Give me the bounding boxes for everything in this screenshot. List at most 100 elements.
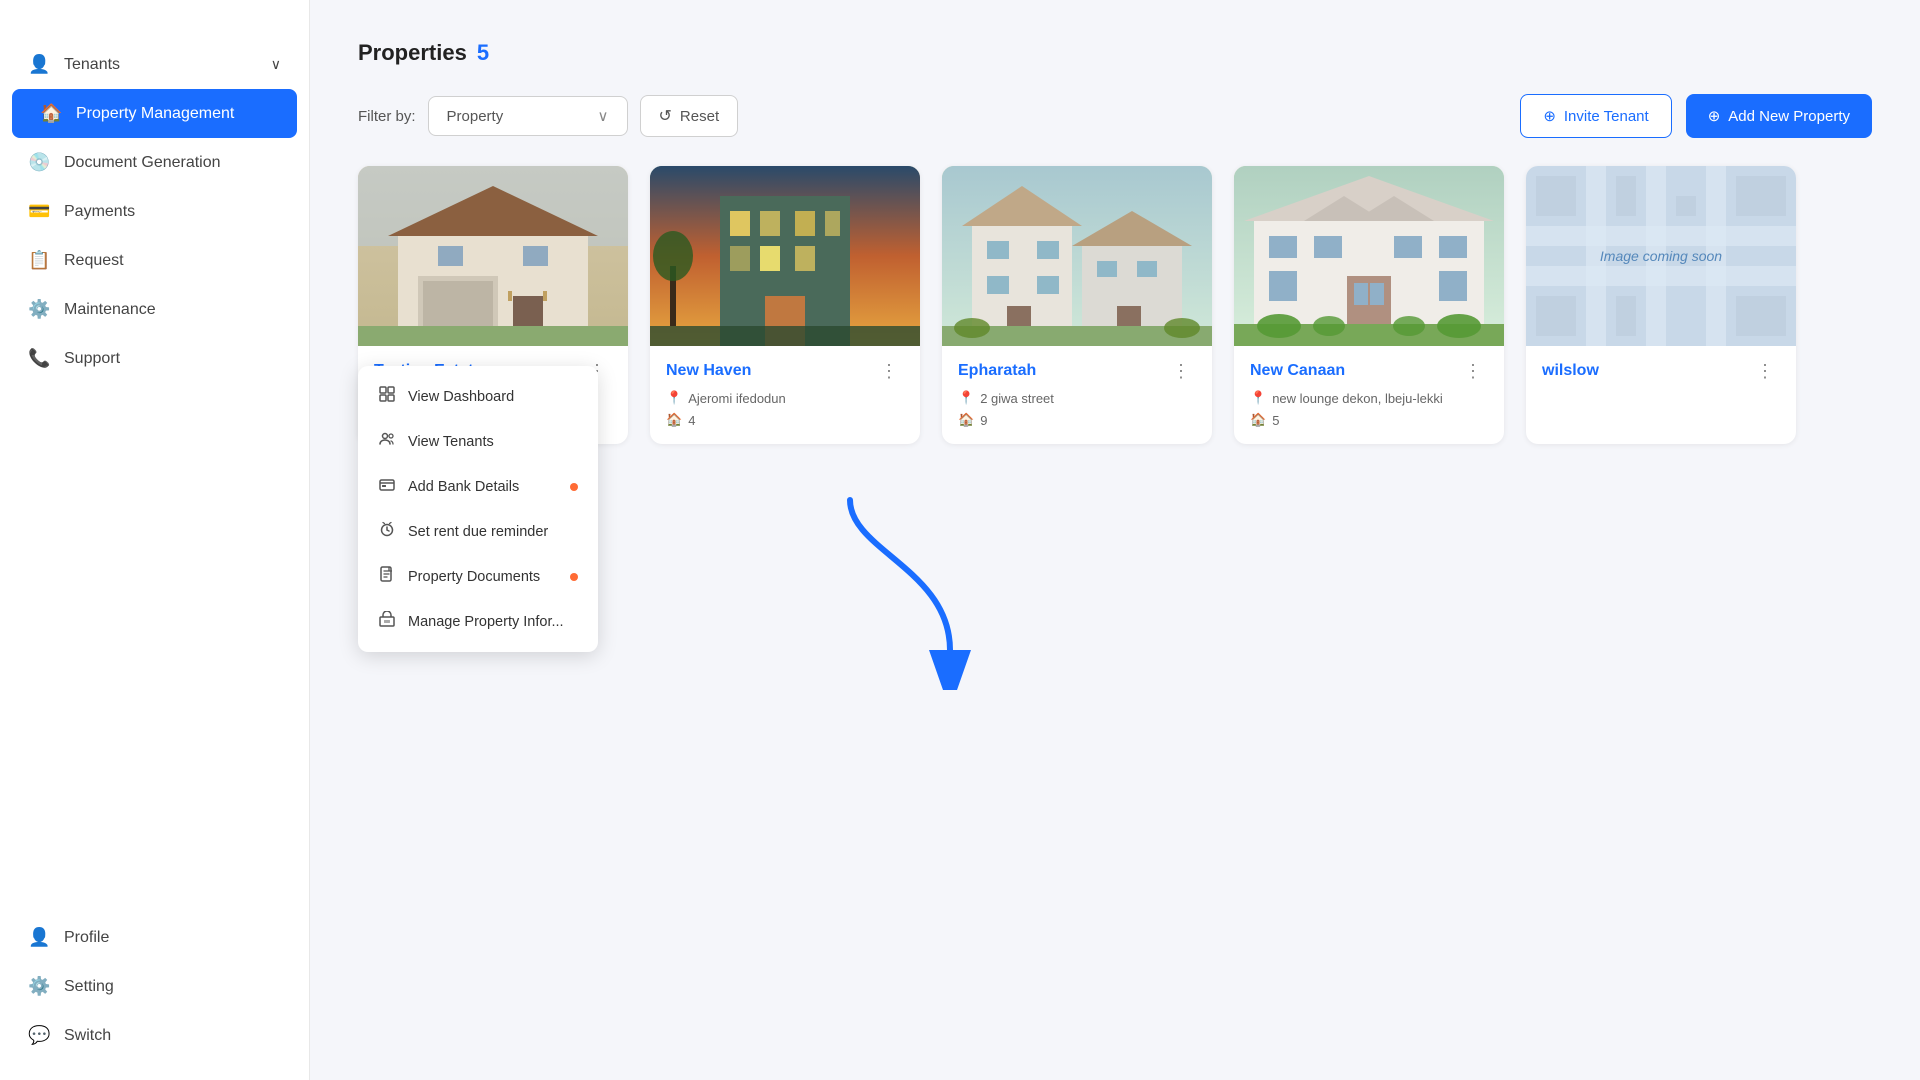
set-rent-reminder-label: Set rent due reminder	[408, 524, 548, 540]
location-text: new lounge dekon, lbeju-lekki	[1272, 391, 1443, 406]
sidebar-item-label: Setting	[64, 978, 114, 996]
sidebar-item-label: Request	[64, 252, 124, 270]
header-actions: ⊕ Invite Tenant ⊕ Add New Property	[1520, 94, 1872, 138]
location-text: 2 giwa street	[980, 391, 1054, 406]
dropdown-set-rent-reminder[interactable]: Set rent due reminder	[358, 509, 598, 554]
support-icon: 📞	[28, 348, 50, 369]
reset-button[interactable]: ↺ Reset	[640, 95, 739, 137]
card-title-wilslow[interactable]: wilslow	[1542, 362, 1599, 380]
dropdown-manage-property-info[interactable]: Manage Property Infor...	[358, 599, 598, 644]
page-header: Properties 5	[358, 40, 1872, 66]
sidebar-item-label: Support	[64, 350, 120, 368]
arrow-annotation	[800, 490, 1000, 695]
sidebar-item-profile[interactable]: 👤 Profile	[0, 913, 309, 962]
units-icon: 🏠	[666, 412, 682, 428]
location-text: Ajeromi ifedodun	[688, 391, 786, 406]
maintenance-icon: ⚙️	[28, 299, 50, 320]
card-menu-button-new-canaan[interactable]: ⋮	[1458, 360, 1488, 382]
invite-label: Invite Tenant	[1564, 108, 1649, 125]
card-body-wilslow: wilslow ⋮	[1526, 346, 1796, 406]
sidebar-item-label: Maintenance	[64, 301, 156, 319]
sidebar-item-setting[interactable]: ⚙️ Setting	[0, 962, 309, 1011]
property-image-new-canaan	[1234, 166, 1504, 346]
card-units-new-canaan: 🏠 5	[1250, 412, 1488, 428]
filter-dropdown[interactable]: Property ∨	[428, 96, 628, 136]
card-body-new-haven: New Haven ⋮ 📍 Ajeromi ifedodun 🏠 4	[650, 346, 920, 444]
location-pin-icon: 📍	[1250, 390, 1266, 406]
sidebar-item-maintenance[interactable]: ⚙️ Maintenance	[0, 285, 309, 334]
payments-icon: 💳	[28, 201, 50, 222]
filter-value: Property	[447, 108, 504, 125]
tenants-icon: 👤	[28, 54, 50, 75]
sidebar-item-request[interactable]: 📋 Request	[0, 236, 309, 285]
property-cards-grid: Testing Estate ⋮ View Dashboard	[358, 166, 1872, 444]
property-card-wilslow: Image coming soon wilslow ⋮	[1526, 166, 1796, 444]
add-new-property-button[interactable]: ⊕ Add New Property	[1686, 94, 1872, 138]
sidebar-item-document-generation[interactable]: 💿 Document Generation	[0, 138, 309, 187]
card-body-new-canaan: New Canaan ⋮ 📍 new lounge dekon, lbeju-l…	[1234, 346, 1504, 444]
request-icon: 📋	[28, 250, 50, 271]
invite-tenant-button[interactable]: ⊕ Invite Tenant	[1520, 94, 1671, 138]
card-location-epharatah: 📍 2 giwa street	[958, 390, 1196, 406]
card-menu-button-wilslow[interactable]: ⋮	[1750, 360, 1780, 382]
dropdown-property-documents[interactable]: Property Documents	[358, 554, 598, 599]
clock-icon	[378, 521, 396, 542]
reset-icon: ↺	[659, 106, 672, 126]
location-pin-icon: 📍	[666, 390, 682, 406]
card-units-new-haven: 🏠 4	[666, 412, 904, 428]
card-title-new-canaan[interactable]: New Canaan	[1250, 362, 1345, 380]
property-card-new-haven: New Haven ⋮ 📍 Ajeromi ifedodun 🏠 4	[650, 166, 920, 444]
chevron-down-icon: ∨	[271, 56, 281, 73]
units-icon: 🏠	[958, 412, 974, 428]
property-management-icon: 🏠	[40, 103, 62, 124]
image-coming-soon-text: Image coming soon	[1600, 248, 1722, 264]
card-menu-button-epharatah[interactable]: ⋮	[1166, 360, 1196, 382]
property-card-epharatah: Epharatah ⋮ 📍 2 giwa street 🏠 9	[942, 166, 1212, 444]
sidebar-item-tenants[interactable]: 👤 Tenants ∨	[0, 40, 309, 89]
units-count: 9	[980, 413, 987, 428]
sidebar-item-switch[interactable]: 💬 Switch	[0, 1011, 309, 1060]
tenants-dropdown-icon	[378, 431, 396, 452]
card-units-epharatah: 🏠 9	[958, 412, 1196, 428]
profile-icon: 👤	[28, 927, 50, 948]
page-title: Properties	[358, 40, 467, 66]
card-body-epharatah: Epharatah ⋮ 📍 2 giwa street 🏠 9	[942, 346, 1212, 444]
card-menu-button-new-haven[interactable]: ⋮	[874, 360, 904, 382]
sidebar: 👤 Tenants ∨ 🏠 Property Management 💿 Docu…	[0, 0, 310, 1080]
card-location-new-haven: 📍 Ajeromi ifedodun	[666, 390, 904, 406]
sidebar-item-label: Property Management	[76, 105, 234, 123]
manage-property-info-label: Manage Property Infor...	[408, 614, 564, 630]
dashboard-icon	[378, 386, 396, 407]
sidebar-item-label: Tenants	[64, 56, 120, 74]
property-documents-label: Property Documents	[408, 569, 540, 585]
card-title-new-haven[interactable]: New Haven	[666, 362, 751, 380]
warning-indicator	[570, 483, 578, 491]
sidebar-item-support[interactable]: 📞 Support	[0, 334, 309, 383]
sidebar-item-payments[interactable]: 💳 Payments	[0, 187, 309, 236]
dropdown-arrow-icon: ∨	[598, 107, 609, 125]
document-generation-icon: 💿	[28, 152, 50, 173]
filter-label: Filter by:	[358, 108, 416, 125]
add-icon: ⊕	[1708, 107, 1721, 125]
dropdown-view-dashboard[interactable]: View Dashboard	[358, 374, 598, 419]
view-tenants-label: View Tenants	[408, 434, 494, 450]
property-card-testing-estate: Testing Estate ⋮ View Dashboard	[358, 166, 628, 444]
title-row: Properties 5	[358, 40, 489, 66]
property-image-new-haven	[650, 166, 920, 346]
location-pin-icon: 📍	[958, 390, 974, 406]
sidebar-item-label: Profile	[64, 929, 109, 947]
warning-indicator-docs	[570, 573, 578, 581]
dropdown-view-tenants[interactable]: View Tenants	[358, 419, 598, 464]
setting-icon: ⚙️	[28, 976, 50, 997]
switch-icon: 💬	[28, 1025, 50, 1046]
sidebar-item-property-management[interactable]: 🏠 Property Management	[12, 89, 297, 138]
property-card-new-canaan: New Canaan ⋮ 📍 new lounge dekon, lbeju-l…	[1234, 166, 1504, 444]
dropdown-add-bank-details[interactable]: Add Bank Details	[358, 464, 598, 509]
documents-icon	[378, 566, 396, 587]
units-count: 5	[1272, 413, 1279, 428]
reset-label: Reset	[680, 108, 719, 125]
property-image-epharatah	[942, 166, 1212, 346]
invite-icon: ⊕	[1543, 107, 1556, 125]
card-title-epharatah[interactable]: Epharatah	[958, 362, 1036, 380]
card-location-new-canaan: 📍 new lounge dekon, lbeju-lekki	[1250, 390, 1488, 406]
